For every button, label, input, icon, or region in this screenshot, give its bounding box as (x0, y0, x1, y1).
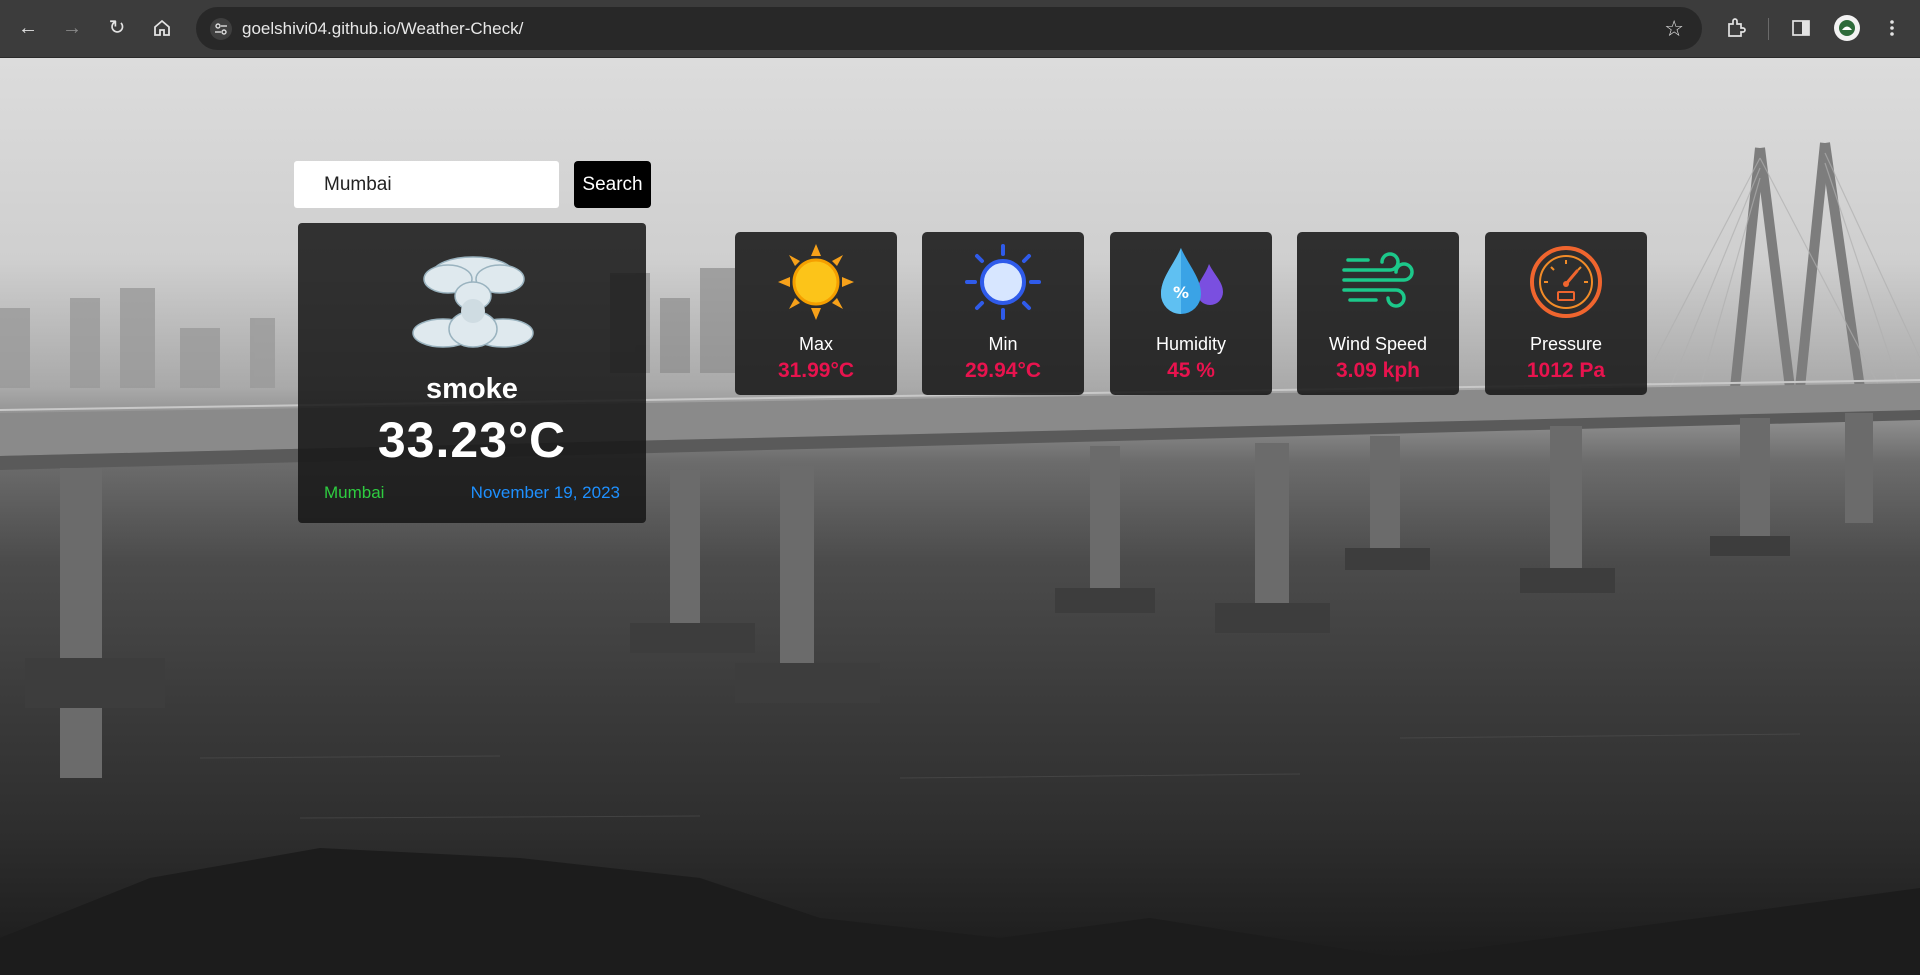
stat-value: 45 % (1167, 359, 1215, 382)
stat-label: Max (798, 334, 833, 354)
stat-card-pressure: Pressure 1012 Pa (1485, 232, 1647, 395)
stat-card-min: Min 29.94°C (922, 232, 1084, 395)
extensions-icon[interactable] (1722, 14, 1750, 42)
current-temperature: 33.23°C (377, 412, 567, 468)
humidity-drop-icon: % (1161, 248, 1223, 314)
reload-icon[interactable]: ↻ (103, 14, 131, 42)
sun-icon (778, 244, 854, 320)
stat-label: Humidity (1155, 334, 1226, 354)
smoke-cloud-icon (412, 256, 534, 348)
stat-card-wind-speed: Wind Speed 3.09 kph (1297, 232, 1459, 395)
bookmark-star-icon[interactable]: ☆ (1664, 16, 1684, 42)
site-info-icon[interactable] (210, 18, 232, 40)
sun-outline-icon (965, 244, 1041, 320)
stat-value: 3.09 kph (1335, 359, 1421, 382)
current-weather-card: smoke 33.23°C Mumbai November 19, 2023 (298, 223, 646, 523)
stat-value: 1012 Pa (1526, 359, 1606, 382)
stat-label: Wind Speed (1328, 334, 1428, 354)
side-panel-icon[interactable] (1787, 14, 1815, 42)
browser-toolbar: ← → ↻ goelshivi04.github.io/Weather-Chec… (0, 0, 1920, 58)
profile-avatar[interactable] (1834, 15, 1860, 41)
background-photo (0, 142, 1920, 975)
weather-condition: smoke (426, 373, 518, 405)
address-bar[interactable]: goelshivi04.github.io/Weather-Check/ ☆ (196, 7, 1702, 50)
url-text[interactable]: goelshivi04.github.io/Weather-Check/ (242, 19, 523, 39)
home-icon[interactable] (148, 14, 176, 42)
svg-text:%: % (1173, 283, 1189, 302)
menu-kebab-icon[interactable] (1878, 14, 1906, 42)
pressure-gauge-icon (1530, 246, 1602, 318)
back-icon[interactable]: ← (14, 14, 42, 42)
search-button[interactable]: Search (574, 161, 651, 208)
toolbar-divider (1768, 18, 1769, 40)
stat-value: 31.99°C (777, 359, 855, 382)
current-date: November 19, 2023 (470, 483, 620, 502)
city-search-input[interactable] (294, 161, 559, 208)
city-name: Mumbai (324, 483, 385, 502)
wind-icon (1342, 252, 1414, 308)
stat-label: Pressure (1529, 334, 1603, 354)
weather-stats: Max 31.99°C Min 29.94°C % Humidity 45 % … (735, 232, 1650, 395)
stat-label: Min (988, 334, 1018, 354)
stat-card-max: Max 31.99°C (735, 232, 897, 395)
stat-card-humidity: % Humidity 45 % (1110, 232, 1272, 395)
forward-icon[interactable]: → (58, 14, 86, 42)
stat-value: 29.94°C (964, 359, 1042, 382)
weather-page: Search smoke 33.23°C Mumbai November 19,… (0, 58, 1920, 975)
